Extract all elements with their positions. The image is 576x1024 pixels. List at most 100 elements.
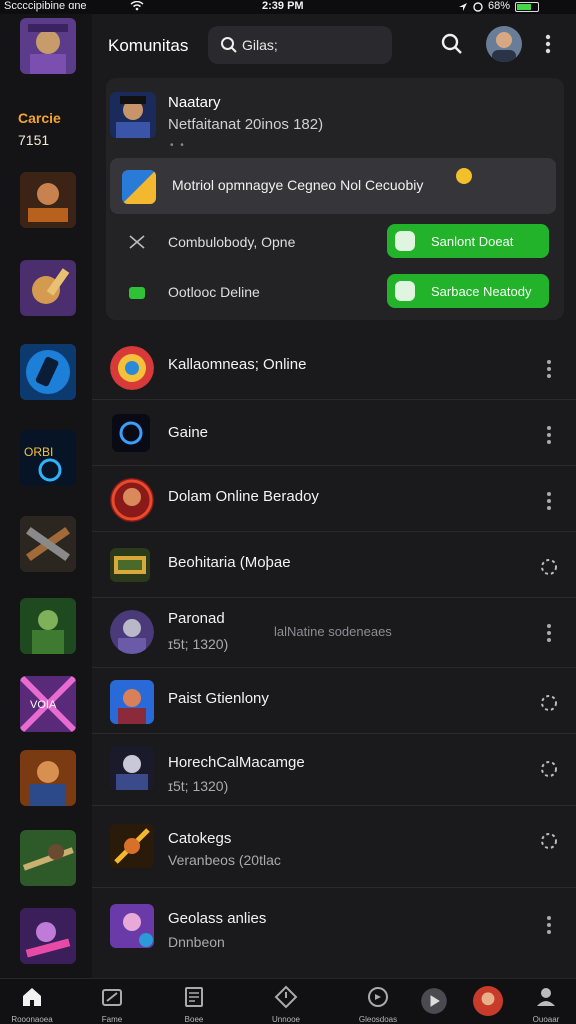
list-item-icon [112,414,150,452]
battery-icon [515,1,540,12]
play-icon [421,988,447,1014]
rail-game-6[interactable] [20,516,76,572]
svg-text:VOIA: VOIA [30,699,57,711]
nav-reload[interactable]: Gleosdoas [348,983,408,1024]
list-item-icon [110,824,154,868]
notice-app-icon [122,170,156,204]
panel-avatar[interactable] [110,92,156,138]
nav-avatar[interactable] [458,983,518,1024]
list-item-title: Geolass anlies [168,910,267,927]
list-item[interactable]: Kallaomneas; Online [92,334,576,400]
reload-icon [368,987,388,1007]
svg-text:ORBI: ORBI [24,445,53,459]
panel-row-2-label: Ootlooc Deline [168,284,260,300]
rail-game-9[interactable] [20,750,76,806]
list-item[interactable]: Beohitaria (Moþae [92,532,576,598]
nav-game[interactable]: Fame [82,983,142,1024]
loading-icon[interactable] [538,830,560,852]
emoji-badge-icon [456,168,472,184]
list-item[interactable]: HorechCalMacamge ɪ5t; 1320) [92,734,576,806]
chat-icon [395,231,415,251]
list-item-title: Paist Gtienlony [168,690,269,707]
nav-alerts[interactable]: Unnooe [256,983,316,1024]
more-options-icon[interactable] [538,622,560,644]
more-options-icon[interactable] [540,32,556,56]
rail-game-3[interactable] [20,260,76,316]
panel-row-1-button[interactable]: Sanlont Doeat [387,224,549,258]
list-item[interactable]: Paist Gtienlony [92,668,576,734]
news-icon [185,987,203,1007]
list-item-title: Paronad [168,610,225,627]
list-item-title: Kallaomneas; Online [168,356,307,373]
panel-row-1-button-label: Sanlont Doeat [431,234,514,249]
profile-icon [537,988,555,1006]
rail-promo[interactable]: Carcie 7151 [18,110,82,160]
search-query: Gilas; [242,37,278,53]
nav-game-label: Fame [101,1015,123,1024]
page-title: Komunitas [108,36,189,55]
rail-game-5[interactable]: ORBI [20,430,76,486]
loading-icon[interactable] [538,692,560,714]
notice-card[interactable]: Motriol opmnagye Cegneo Nol Cecuobiy [110,158,556,214]
rail-game-8[interactable]: VOIA [20,676,76,732]
rail-promo-subtitle: 7151 [18,132,50,148]
more-options-icon[interactable] [538,490,560,512]
rail-game-4[interactable] [20,344,76,400]
avatar [473,986,503,1016]
nav-home[interactable]: Rooonaoea [2,983,62,1024]
nav-alerts-label: Unnooe [271,1015,301,1024]
nav-play[interactable] [404,983,464,1024]
more-options-icon[interactable] [538,914,560,936]
battery-percent: 68% [488,0,511,12]
list-item-subtitle: ɪ5t; 1320) [168,636,229,652]
nav-profile-label: Ouoaar [532,1015,560,1024]
list-item[interactable]: Paronad ɪ5t; 1320) lalNatine sodeneaes [92,598,576,668]
nav-news-label: Boee [184,1015,204,1024]
list-item[interactable]: Gaine [92,400,576,466]
rail-game-11[interactable] [20,908,76,964]
rail-game-7[interactable] [20,598,76,654]
list-item-subtitle: Veranbeos (20tlac [168,852,281,868]
user-avatar[interactable] [486,26,522,62]
list-item-title: Catokegs [168,830,232,847]
list-item[interactable]: Catokegs Veranbeos (20tlac [92,806,576,888]
nav-home-label: Rooonaoea [11,1015,53,1024]
rail-game-1[interactable] [20,18,76,74]
list-item-title: HorechCalMacamge [168,754,305,771]
chat-icon [395,281,415,301]
loading-icon[interactable] [538,556,560,578]
list-item-icon [110,904,154,948]
clock: 2:39 PM [262,0,304,12]
panel-subtitle: Netfaitanat 20inos 182) [168,116,324,133]
list-item-title: Dolam Online Beradoy [168,488,319,505]
wifi-icon [130,1,144,11]
loading-icon[interactable] [538,758,560,780]
more-options-icon[interactable] [538,424,560,446]
top-header: Komunitas Gilas; [92,14,576,76]
home-icon [23,988,41,1006]
alarm-icon [473,1,483,12]
more-options-icon[interactable] [538,358,560,380]
search-input[interactable]: Gilas; [208,26,392,64]
list-item[interactable]: Geolass anlies Dnnbeon [92,888,576,976]
list-item-icon [110,478,154,522]
game-icon [102,989,122,1006]
nav-news[interactable]: Boee [164,983,224,1024]
panel-title: Naatary [168,94,221,111]
list-item-title: Gaine [168,424,209,441]
rail-promo-title: Carcie [18,110,61,126]
panel-row-1: Combulobody, Opne Sanlont Doeat [106,222,564,262]
diamond-icon [274,985,298,1009]
list-item[interactable]: Dolam Online Beradoy [92,466,576,532]
search-button-icon[interactable] [440,32,464,56]
status-bar: Sccccipibine ɑne 2:39 PM 68% [0,0,576,14]
panel-row-1-label: Combulobody, Opne [168,234,296,250]
bottom-navigation: Rooonaoea Fame Boee Unnooe Gleosdoas Ouo… [0,978,576,1024]
rail-game-2[interactable] [20,172,76,228]
rail-game-10[interactable] [20,830,76,886]
panel-row-2-button[interactable]: Sarbace Neatody [387,274,549,308]
nav-profile[interactable]: Ouoaar [516,983,576,1024]
list-item-subtitle: ɪ5t; 1320) [168,778,229,794]
status-indicators: 68% [458,0,540,13]
green-status-icon [129,287,145,299]
